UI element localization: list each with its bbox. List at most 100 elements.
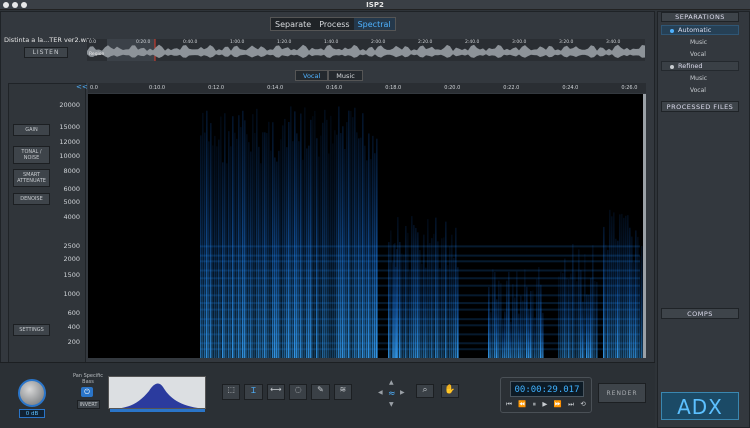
automatic-music[interactable]: Music — [690, 39, 707, 46]
spectral-energy-column — [399, 242, 401, 358]
loop-icon[interactable]: ⟲ — [580, 400, 585, 410]
spectral-energy-column — [425, 267, 427, 358]
overview-time-label: 1:20.0 — [277, 40, 292, 45]
automatic-vocal[interactable]: Vocal — [690, 51, 706, 58]
refined-vocal[interactable]: Vocal — [690, 87, 706, 94]
magnify-icon[interactable]: ⌕ — [416, 384, 434, 398]
tab-vocal[interactable]: Vocal — [295, 70, 329, 81]
gain-knob-value: 0 dB — [19, 409, 45, 418]
harmonic-select-icon[interactable]: ≋ — [333, 384, 352, 400]
frequency-tick-label: 600 — [67, 309, 80, 317]
invert-button[interactable]: INVERT — [77, 400, 100, 409]
gain-knob[interactable] — [18, 379, 46, 407]
spectral-energy-column — [268, 121, 270, 358]
harmonic-band — [200, 324, 640, 327]
spectral-energy-column — [294, 111, 296, 358]
power-icon[interactable]: ⏻ — [81, 387, 93, 397]
spectral-energy-column — [574, 271, 576, 358]
spectral-energy-column — [635, 230, 637, 358]
spectral-energy-column — [580, 269, 582, 358]
time-tick-label: 0:18.0 — [385, 85, 402, 91]
spectral-energy-column — [437, 241, 439, 358]
edit-tools: ⬚ Ɪ ⟷ ◌ ✎ ≋ — [222, 384, 352, 402]
time-select-icon[interactable]: Ɪ — [244, 384, 263, 400]
fast-forward-icon[interactable]: ⏩ — [554, 400, 562, 410]
spectral-energy-column — [352, 117, 354, 358]
spectral-energy-column — [256, 108, 258, 358]
spectral-energy-column — [238, 115, 240, 358]
spectral-energy-column — [488, 286, 490, 358]
spectrogram-view[interactable] — [88, 94, 643, 358]
spectral-energy-column — [204, 132, 206, 358]
spectral-energy-column — [202, 112, 204, 358]
spectral-energy-column — [617, 240, 619, 358]
spectral-energy-column — [534, 317, 536, 358]
spectral-energy-column — [262, 132, 264, 358]
harmonic-band — [200, 245, 640, 248]
frequency-tick-label: 400 — [67, 323, 80, 331]
spectral-energy-column — [270, 150, 272, 358]
adx-logo: ADX — [661, 392, 739, 420]
harmonic-band — [200, 333, 640, 336]
spectral-energy-column — [370, 159, 372, 358]
spectral-energy-column — [518, 313, 520, 358]
overview-time-label: 0.0 — [89, 40, 97, 45]
zoom-up-icon[interactable]: ▲ — [389, 379, 397, 386]
frequency-tick-label: 15000 — [59, 123, 80, 131]
play-icon[interactable]: ▶ — [542, 400, 547, 410]
marquee-select-icon[interactable]: ⬚ — [222, 384, 241, 400]
go-to-start-icon[interactable]: ⏮ — [506, 400, 512, 410]
overview-waveform[interactable]: Region 0.0 0:20.0 0:40.0 1:00.0 1:20.0 1:40.0… — [87, 39, 645, 61]
scroll-left-icon[interactable]: << — [76, 83, 88, 91]
render-button[interactable]: RENDER — [598, 383, 646, 403]
overview-time-label: 3:00.0 — [512, 40, 527, 45]
tab-process[interactable]: Process — [315, 18, 353, 30]
spectral-energy-column — [304, 107, 306, 358]
curve-range-slider[interactable] — [110, 409, 205, 412]
frequency-tick-label: 2500 — [63, 242, 80, 250]
spectral-energy-column — [220, 116, 222, 358]
harmonic-band — [200, 260, 640, 263]
zoom-center-icon[interactable]: ≈ — [388, 389, 398, 399]
overview-time-label: 2:20.0 — [418, 40, 433, 45]
go-to-end-icon[interactable]: ⏭ — [568, 400, 574, 410]
spectral-energy-column — [326, 119, 328, 358]
rewind-icon[interactable]: ⏪ — [518, 400, 526, 410]
processed-files-title: PROCESSED FILES — [666, 103, 734, 111]
pause-icon[interactable]: ⏸ — [533, 400, 536, 410]
zoom-left-icon[interactable]: ◀ — [378, 389, 386, 397]
frequency-curve[interactable] — [108, 376, 206, 409]
spectral-energy-column — [532, 290, 534, 358]
refined-row[interactable]: Refined — [661, 61, 739, 71]
spectral-energy-column — [445, 221, 447, 358]
zoom-right-icon[interactable]: ▶ — [400, 389, 408, 397]
frequency-tick-label: 1500 — [63, 271, 80, 279]
spectral-energy-column — [276, 161, 278, 358]
processed-files-header[interactable]: PROCESSED FILES — [661, 101, 739, 112]
spectral-energy-column — [413, 225, 415, 358]
lasso-icon[interactable]: ◌ — [288, 384, 308, 400]
tab-separate[interactable]: Separate — [271, 18, 315, 30]
refined-music[interactable]: Music — [690, 75, 707, 82]
zoom-down-icon[interactable]: ▼ — [389, 401, 397, 408]
transport-buttons: ⏮ ⏪ ⏸ ▶ ⏩ ⏭ ⟲ — [503, 400, 589, 410]
spectral-energy-column — [566, 278, 568, 358]
listen-button[interactable]: LISTEN — [24, 47, 68, 58]
frequency-select-icon[interactable]: ⟷ — [266, 384, 285, 400]
spectral-energy-column — [242, 110, 244, 358]
spectral-energy-column — [348, 110, 350, 358]
automatic-row[interactable]: Automatic — [661, 25, 739, 35]
spectral-energy-column — [244, 120, 246, 358]
tab-spectral[interactable]: Spectral — [353, 18, 395, 30]
spectrogram-scrollbar[interactable] — [643, 94, 646, 358]
spectral-energy-column — [334, 130, 336, 358]
tab-music[interactable]: Music — [328, 70, 363, 81]
spectral-energy-column — [310, 119, 312, 358]
comps-header[interactable]: COMPS — [661, 308, 739, 319]
overview-time-label: 3:20.0 — [559, 40, 574, 45]
brush-icon[interactable]: ✎ — [311, 384, 330, 400]
harmonic-band — [200, 308, 640, 311]
hand-pan-icon[interactable]: ✋ — [441, 384, 459, 398]
automatic-dot-icon — [670, 29, 674, 33]
spectral-energy-column — [415, 227, 417, 358]
